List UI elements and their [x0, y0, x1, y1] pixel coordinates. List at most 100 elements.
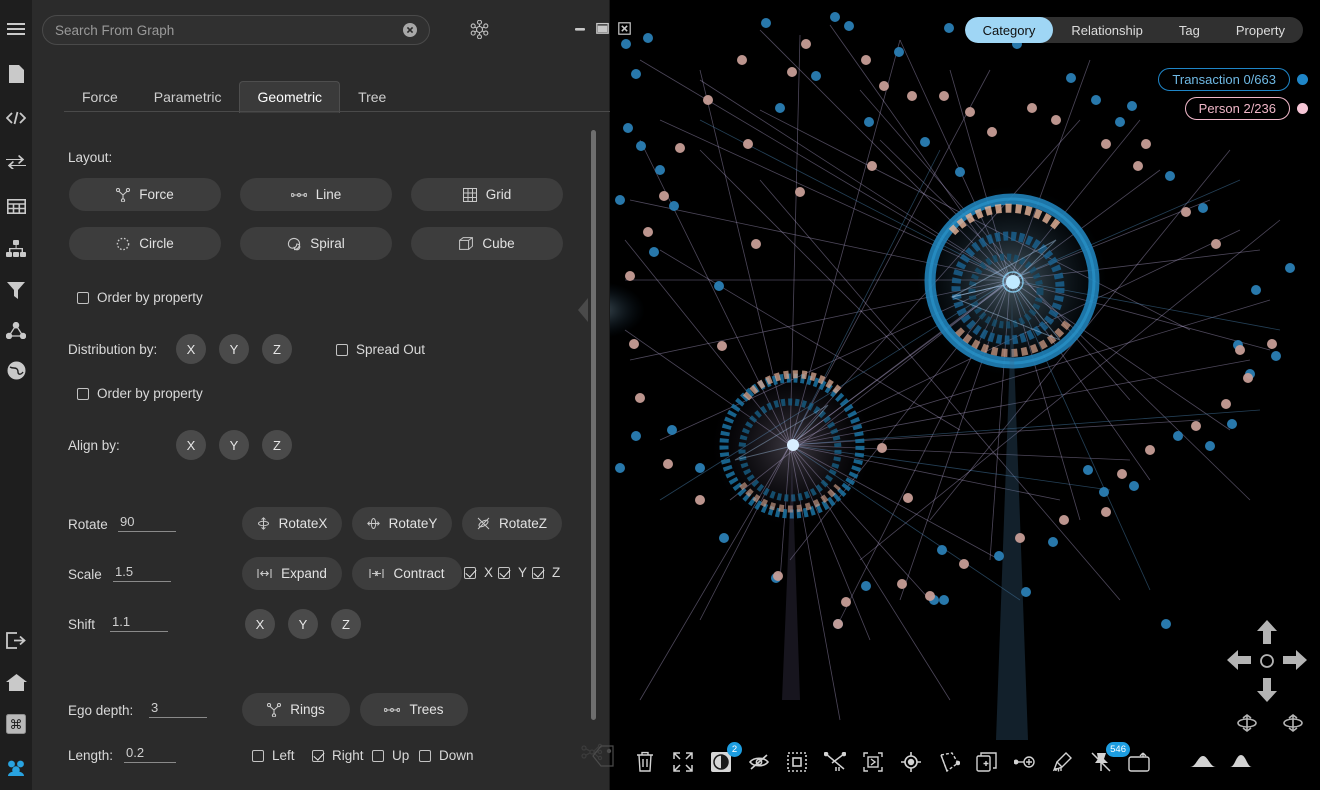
search-box[interactable]: [42, 15, 430, 45]
contract-button[interactable]: Contract: [352, 557, 462, 590]
rotate-input[interactable]: [118, 514, 176, 532]
add-node-icon[interactable]: [1006, 743, 1044, 781]
people-icon[interactable]: [0, 748, 32, 788]
gear-icon[interactable]: [470, 20, 489, 44]
shift-axis-z[interactable]: Z: [331, 609, 361, 639]
minimize-icon[interactable]: [574, 22, 586, 34]
length-left-checkbox[interactable]: Left: [252, 748, 295, 763]
rotate-right-icon[interactable]: [1280, 714, 1306, 736]
brush-icon[interactable]: [1044, 743, 1082, 781]
trees-button[interactable]: Trees: [360, 693, 468, 726]
clear-icon[interactable]: [403, 23, 417, 37]
tab-property[interactable]: Property: [1218, 17, 1303, 43]
ego-depth-input[interactable]: [149, 700, 207, 718]
scale-axis-y-checkbox[interactable]: Y: [498, 565, 527, 580]
search-input[interactable]: [55, 23, 403, 38]
length-right-checkbox[interactable]: Right: [312, 748, 364, 763]
order-by-property-checkbox-2[interactable]: Order by property: [77, 386, 203, 401]
rotate-y-icon: [367, 517, 380, 530]
tab-tree[interactable]: Tree: [340, 81, 404, 113]
panel-scrollbar-thumb[interactable]: [591, 130, 596, 720]
document-icon[interactable]: [0, 54, 32, 94]
arrow-left-icon[interactable]: [1227, 650, 1251, 670]
rotate-y-button[interactable]: RotateY: [352, 507, 452, 540]
home-icon[interactable]: [0, 662, 32, 702]
panel-collapse-handle[interactable]: [578, 298, 590, 327]
export-icon[interactable]: [1120, 743, 1158, 781]
cloud-up-icon[interactable]: [1222, 743, 1260, 781]
force-icon: [116, 188, 130, 202]
distribution-axis-z[interactable]: Z: [262, 334, 292, 364]
globe-icon[interactable]: [0, 350, 32, 390]
fullscreen-icon[interactable]: [664, 743, 702, 781]
order-by-property-checkbox-1[interactable]: Order by property: [77, 290, 203, 305]
scale-axis-z-checkbox[interactable]: Z: [532, 565, 560, 580]
select-area-icon[interactable]: [778, 743, 816, 781]
layout-line-label: Line: [316, 187, 342, 202]
align-axis-y[interactable]: Y: [219, 430, 249, 460]
layout-line-button[interactable]: Line: [240, 178, 392, 211]
tab-tag[interactable]: Tag: [1161, 17, 1218, 43]
legend-row-transaction[interactable]: Transaction 0/663: [1158, 68, 1308, 91]
cut-edges-icon[interactable]: [816, 743, 854, 781]
layout-spiral-button[interactable]: Spiral: [240, 227, 392, 260]
scale-axis-x-checkbox[interactable]: X: [464, 565, 493, 580]
layout-cube-button[interactable]: Cube: [411, 227, 563, 260]
hamburger-menu-icon[interactable]: [0, 10, 32, 50]
target-icon[interactable]: [892, 743, 930, 781]
rotate-x-label: RotateX: [279, 516, 328, 531]
panel-scrollbar[interactable]: [591, 130, 596, 770]
align-axis-z[interactable]: Z: [262, 430, 292, 460]
transfer-arrows-icon[interactable]: [0, 142, 32, 182]
logout-icon[interactable]: [0, 620, 32, 660]
length-input[interactable]: [124, 745, 176, 763]
layout-force-button[interactable]: Force: [69, 178, 221, 211]
align-axis-x[interactable]: X: [176, 430, 206, 460]
crop-icon[interactable]: [854, 743, 892, 781]
cloud-down-icon[interactable]: [1184, 743, 1222, 781]
shift-input[interactable]: [110, 614, 168, 632]
arrow-down-icon[interactable]: [1257, 678, 1277, 702]
tab-parametric[interactable]: Parametric: [136, 81, 240, 113]
length-up-label: Up: [392, 748, 409, 763]
expand-button[interactable]: Expand: [242, 557, 342, 590]
maximize-icon[interactable]: [596, 22, 609, 35]
tab-force[interactable]: Force: [64, 81, 136, 113]
length-down-checkbox[interactable]: Down: [419, 748, 474, 763]
rotate-z-button[interactable]: RotateZ: [462, 507, 562, 540]
hide-icon[interactable]: [740, 743, 778, 781]
distribution-axis-y[interactable]: Y: [219, 334, 249, 364]
graph-category-tabs: Category Relationship Tag Property: [965, 17, 1303, 43]
rings-button[interactable]: Rings: [242, 693, 350, 726]
rotate-left-icon[interactable]: [1234, 714, 1260, 736]
unpin-icon[interactable]: 546: [1082, 743, 1120, 781]
hierarchy-icon[interactable]: [0, 228, 32, 268]
shift-label: Shift: [68, 617, 95, 632]
shift-axis-x[interactable]: X: [245, 609, 275, 639]
shift-axis-y[interactable]: Y: [288, 609, 318, 639]
delete-icon[interactable]: [626, 743, 664, 781]
distribution-axis-x[interactable]: X: [176, 334, 206, 364]
rotate-x-button[interactable]: RotateX: [242, 507, 342, 540]
layout-circle-button[interactable]: Circle: [69, 227, 221, 260]
scale-input[interactable]: [113, 564, 171, 582]
arrow-up-icon[interactable]: [1257, 620, 1277, 644]
tab-relationship[interactable]: Relationship: [1053, 17, 1161, 43]
contrast-icon[interactable]: 2: [702, 743, 740, 781]
recenter-icon[interactable]: [1259, 653, 1275, 669]
table-icon[interactable]: [0, 186, 32, 226]
network-triangle-icon[interactable]: [0, 310, 32, 350]
length-up-checkbox[interactable]: Up: [372, 748, 409, 763]
command-icon[interactable]: ⌘: [0, 704, 32, 744]
filter-icon[interactable]: [0, 270, 32, 310]
arrow-right-icon[interactable]: [1283, 650, 1307, 670]
tab-geometric[interactable]: Geometric: [239, 81, 340, 113]
close-icon[interactable]: [618, 22, 631, 35]
tab-category[interactable]: Category: [965, 17, 1054, 43]
duplicate-icon[interactable]: [968, 743, 1006, 781]
legend-row-person[interactable]: Person 2/236: [1158, 97, 1308, 120]
spread-out-checkbox[interactable]: Spread Out: [336, 342, 425, 357]
layout-grid-button[interactable]: Grid: [411, 178, 563, 211]
lasso-icon[interactable]: [930, 743, 968, 781]
code-icon[interactable]: [0, 98, 32, 138]
